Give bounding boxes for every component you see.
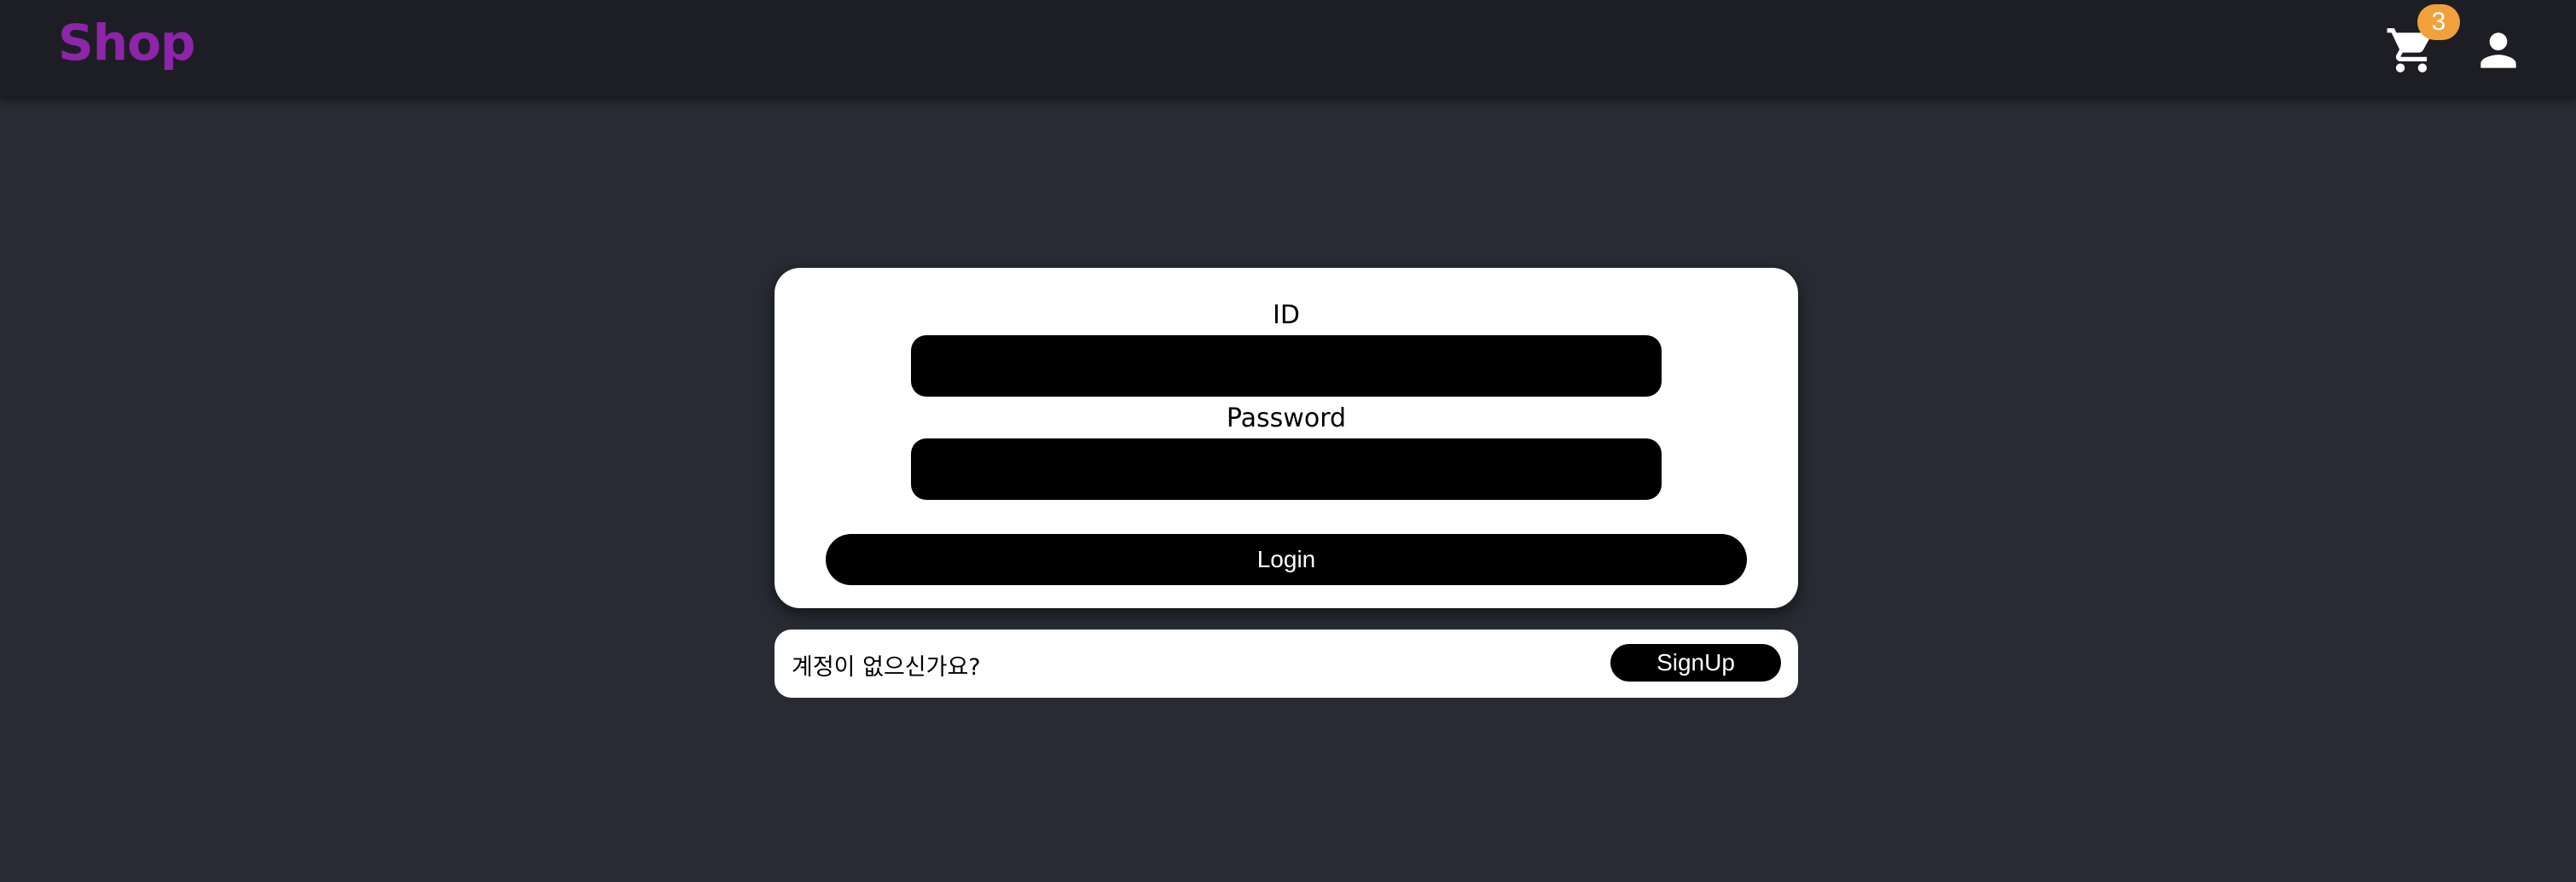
signup-button[interactable]: SignUp [1610, 644, 1781, 682]
cart-button[interactable]: 3 [2385, 4, 2460, 75]
signup-card: 계정이 없으신가요? SignUp [775, 630, 1798, 698]
password-input[interactable] [911, 438, 1662, 500]
login-card: ID Password Login [775, 268, 1798, 608]
brand-logo[interactable]: Shop [58, 14, 195, 72]
cart-count-badge: 3 [2417, 4, 2460, 40]
account-button[interactable] [2472, 24, 2525, 77]
person-icon [2480, 32, 2516, 68]
id-label: ID [1273, 300, 1300, 330]
top-navbar: Shop 3 [0, 0, 2576, 96]
password-label: Password [1226, 403, 1347, 433]
signup-prompt-text: 계정이 없으신가요? [792, 654, 981, 681]
login-button[interactable]: Login [826, 534, 1747, 585]
id-input[interactable] [911, 335, 1662, 397]
